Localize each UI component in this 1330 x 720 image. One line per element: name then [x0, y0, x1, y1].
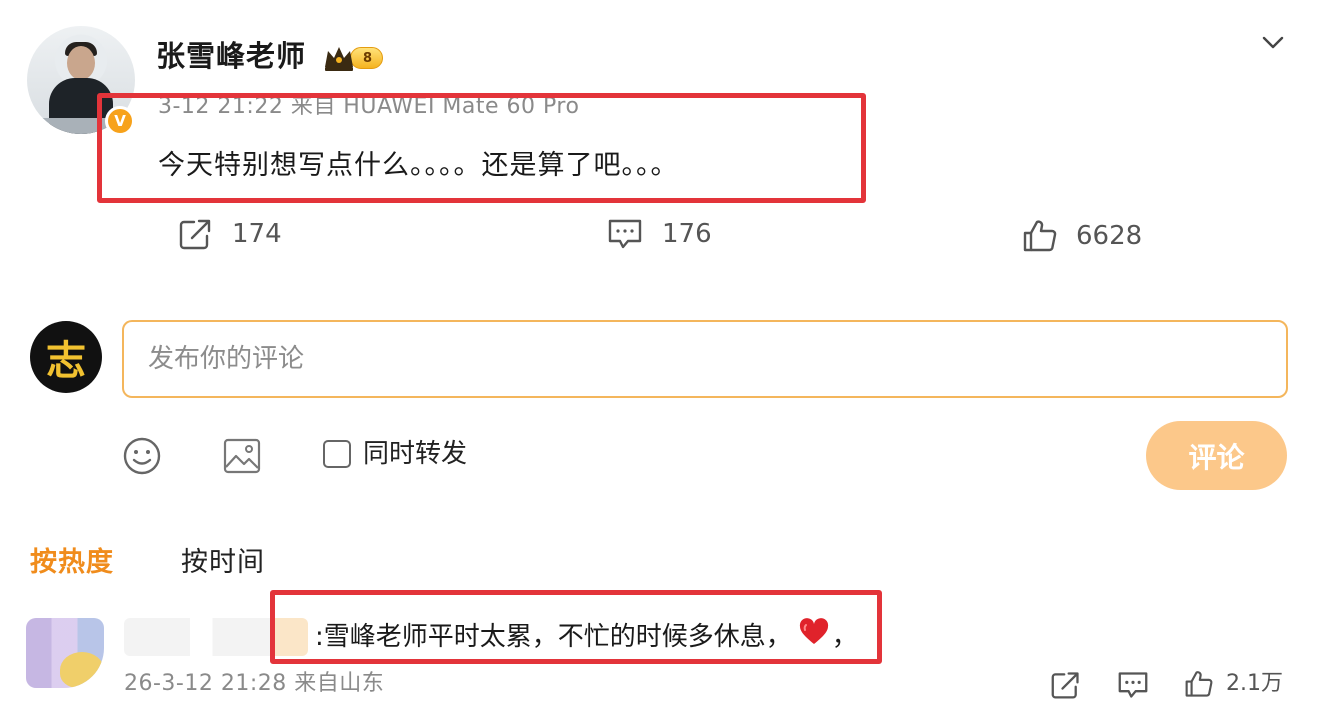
- comment-input[interactable]: [122, 320, 1288, 398]
- annotation-highlight-post: [97, 93, 866, 203]
- share-count: 174: [232, 219, 282, 249]
- tab-sort-by-hot[interactable]: 按热度: [30, 546, 114, 580]
- share-button[interactable]: 174: [178, 217, 282, 251]
- chevron-down-icon[interactable]: [1259, 30, 1287, 54]
- comment-icon: [608, 219, 642, 249]
- like-count: 6628: [1076, 221, 1143, 251]
- submit-comment-button[interactable]: 评论: [1146, 421, 1287, 490]
- repost-label: 同时转发: [363, 439, 468, 469]
- comment-thumbs-up-icon: [1185, 671, 1213, 697]
- vip-badge[interactable]: 8: [322, 42, 402, 74]
- comment-like-count: 2.1万: [1226, 671, 1283, 696]
- checkbox-box[interactable]: [323, 440, 351, 468]
- comment-share-icon[interactable]: [1050, 670, 1082, 700]
- repost-checkbox[interactable]: 同时转发: [323, 438, 467, 470]
- like-button[interactable]: 6628: [1022, 219, 1142, 253]
- comment-meta: 26-3-12 21:28 来自山东: [124, 671, 385, 696]
- author-name[interactable]: 张雪峰老师: [156, 37, 306, 75]
- image-icon[interactable]: [222, 436, 262, 476]
- current-user-avatar[interactable]: 志: [30, 321, 102, 393]
- commenter-avatar[interactable]: [26, 618, 104, 688]
- crown-icon: [322, 43, 356, 73]
- comment-count: 176: [662, 219, 712, 249]
- tab-sort-by-time[interactable]: 按时间: [181, 546, 265, 580]
- emoji-icon[interactable]: [122, 436, 162, 476]
- comment-like-button[interactable]: 2.1万: [1184, 669, 1283, 699]
- annotation-highlight-comment: [270, 590, 882, 664]
- comment-button[interactable]: 176: [606, 217, 712, 251]
- comment-reply-icon[interactable]: [1116, 670, 1150, 700]
- thumbs-up-icon: [1023, 220, 1057, 252]
- share-icon: [179, 219, 211, 250]
